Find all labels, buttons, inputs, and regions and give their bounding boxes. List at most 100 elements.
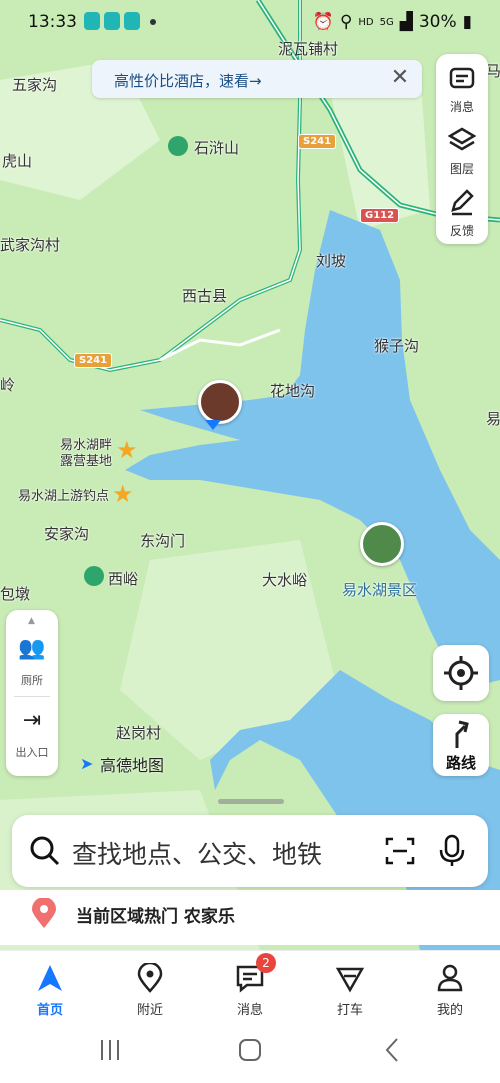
road-sign: G112 xyxy=(360,208,400,223)
map-label: 刘坡 xyxy=(316,252,347,270)
app-notification-icon xyxy=(104,12,120,30)
scenic-spot-marker[interactable] xyxy=(360,522,404,566)
battery-icon: ▮ xyxy=(462,12,472,32)
battery-level: 30% xyxy=(418,12,457,32)
edit-icon xyxy=(451,189,474,216)
app-notification-icon xyxy=(124,12,140,30)
road-sign: S241 xyxy=(298,134,337,149)
network-indicator: 5G xyxy=(379,16,394,28)
search-bar[interactable]: 查找地点、公交、地铁 xyxy=(12,815,488,887)
right-toolbar: 消息 图层 反馈 xyxy=(436,54,488,244)
bottom-nav: 首页 附近 2 消息 打车 我的 xyxy=(0,950,500,1021)
tab-messages[interactable]: 2 消息 xyxy=(210,953,290,1018)
back-icon[interactable] xyxy=(382,1037,402,1063)
toilet-icon: 👥 xyxy=(18,636,46,661)
star-icon: ★ xyxy=(116,436,138,464)
map-label[interactable]: 易水湖景区 xyxy=(342,579,417,600)
tab-label: 打车 xyxy=(336,1003,363,1018)
recents-icon[interactable] xyxy=(98,1038,122,1062)
star-icon: ★ xyxy=(112,480,134,508)
drag-handle[interactable] xyxy=(218,799,284,804)
map-base xyxy=(0,0,500,950)
map-canvas[interactable]: 泥瓦铺村 五家沟 虎山 石浒山 武家沟村 刘坡 西古县 猴子沟 花地沟 岭 易 … xyxy=(0,0,500,950)
exit-icon: ⇥ xyxy=(22,708,42,733)
amap-logo-icon: ➤ xyxy=(80,754,94,773)
notification-icons xyxy=(84,12,156,30)
home-arrow-icon xyxy=(38,965,62,991)
exit-button[interactable]: ⇥ 出入口 xyxy=(6,706,58,766)
microphone-icon[interactable] xyxy=(438,834,466,868)
tab-nearby[interactable]: 附近 xyxy=(110,957,190,1018)
toilet-label: 厕所 xyxy=(21,674,43,687)
taxi-icon xyxy=(335,967,365,993)
route-icon xyxy=(455,720,469,748)
locate-button[interactable] xyxy=(433,645,489,701)
left-toolbar: ▲ 👥 厕所 ⇥ 出入口 xyxy=(6,610,58,776)
map-label: 花地沟 xyxy=(270,382,316,400)
mountain-icon xyxy=(168,136,188,156)
map-label: 包墩 xyxy=(0,585,31,603)
divider xyxy=(14,696,50,697)
mountain-icon xyxy=(84,566,104,586)
tab-label: 首页 xyxy=(36,1003,63,1018)
layers-icon xyxy=(447,127,477,151)
location-pin-icon xyxy=(32,898,56,928)
toilet-button[interactable]: 👥 厕所 xyxy=(6,634,58,694)
feedback-label: 反馈 xyxy=(449,224,474,238)
layers-label: 图层 xyxy=(449,162,474,176)
feedback-button[interactable]: 反馈 xyxy=(436,182,488,242)
map-label: 易 xyxy=(486,410,500,428)
map-label: 猴子沟 xyxy=(374,337,420,355)
tab-home[interactable]: 首页 xyxy=(10,957,90,1018)
map-label: 虎山 xyxy=(2,152,33,170)
map-label: 大水峪 xyxy=(262,571,308,589)
app-notification-icon xyxy=(84,12,100,30)
home-icon[interactable] xyxy=(237,1037,263,1063)
map-label: 安家沟 xyxy=(44,525,90,543)
profile-icon xyxy=(437,964,463,992)
messages-button[interactable]: 消息 xyxy=(436,58,488,118)
alarm-icon: ⏰ xyxy=(312,12,334,32)
heading-arrow-icon xyxy=(205,420,221,430)
nearby-icon xyxy=(137,961,163,993)
more-notifications-icon xyxy=(150,19,156,25)
tab-label: 附近 xyxy=(136,1003,163,1018)
tab-label: 我的 xyxy=(436,1003,463,1018)
status-bar: 13:33 ⏰ ⚲ HD 5G ▟ 30% ▮ xyxy=(0,0,500,44)
hot-recommendation[interactable]: 当前区域热门 农家乐 xyxy=(0,890,500,945)
message-icon xyxy=(449,67,475,89)
tab-me[interactable]: 我的 xyxy=(410,957,490,1018)
map-label[interactable]: 露营基地 xyxy=(60,450,112,469)
messages-label: 消息 xyxy=(449,100,474,114)
promo-banner[interactable]: 高性价比酒店，速看→ ✕ xyxy=(92,60,422,98)
road-sign: S241 xyxy=(74,353,113,368)
map-label: 东沟门 xyxy=(140,532,186,550)
tab-taxi[interactable]: 打车 xyxy=(310,957,390,1018)
map-label[interactable]: 易水湖上游钓点 xyxy=(18,485,109,504)
locate-icon xyxy=(444,656,478,690)
scan-icon[interactable] xyxy=(384,835,416,867)
system-nav-bar xyxy=(0,1020,500,1083)
tab-label: 消息 xyxy=(236,1003,263,1018)
collapse-icon[interactable]: ▲ xyxy=(28,616,35,626)
message-badge: 2 xyxy=(256,953,276,973)
map-label: 岭 xyxy=(0,376,16,394)
map-brand: 高德地图 xyxy=(100,756,165,775)
close-icon[interactable]: ✕ xyxy=(386,64,414,92)
map-label[interactable]: 西峪 xyxy=(108,568,138,589)
map-label: 西古县 xyxy=(182,287,228,305)
search-input[interactable]: 查找地点、公交、地铁 xyxy=(72,835,322,871)
signal-icon: ▟ xyxy=(399,12,413,32)
user-location-marker[interactable] xyxy=(198,380,242,424)
map-label[interactable]: 石浒山 xyxy=(194,137,239,158)
map-label: 马 xyxy=(486,62,500,80)
layers-button[interactable]: 图层 xyxy=(436,120,488,180)
route-button[interactable]: 路线 xyxy=(433,714,489,776)
location-icon: ⚲ xyxy=(339,12,353,32)
exit-label: 出入口 xyxy=(15,746,49,759)
map-label: 五家沟 xyxy=(12,76,58,94)
hot-text[interactable]: 当前区域热门 农家乐 xyxy=(76,902,235,927)
status-time: 13:33 xyxy=(28,12,77,32)
promo-text[interactable]: 高性价比酒店，速看→ xyxy=(114,70,262,91)
hd-indicator: HD xyxy=(358,16,374,28)
